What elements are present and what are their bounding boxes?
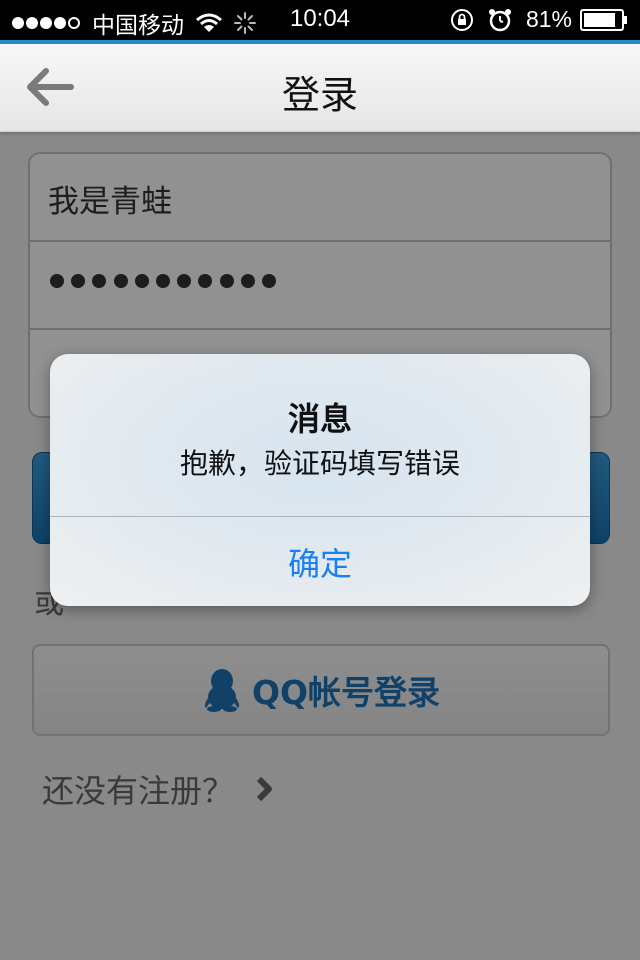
alert-confirm-button[interactable]: 确定 xyxy=(50,517,590,606)
alert-message: 抱歉，验证码填写错误 xyxy=(179,447,460,480)
status-right: 81% xyxy=(450,6,628,33)
navigation-bar: 登录 xyxy=(0,44,640,132)
alert-title: 消息 xyxy=(287,400,352,438)
battery-percentage: 81% xyxy=(525,6,572,32)
alert-dialog: 消息 抱歉，验证码填写错误 确定 xyxy=(50,354,590,606)
status-bar: 中国移动 10:04 81% xyxy=(0,0,640,40)
page-title: 登录 xyxy=(281,73,358,117)
alarm-icon xyxy=(488,8,511,31)
battery-icon xyxy=(580,8,627,31)
rotation-lock-icon xyxy=(450,8,473,31)
